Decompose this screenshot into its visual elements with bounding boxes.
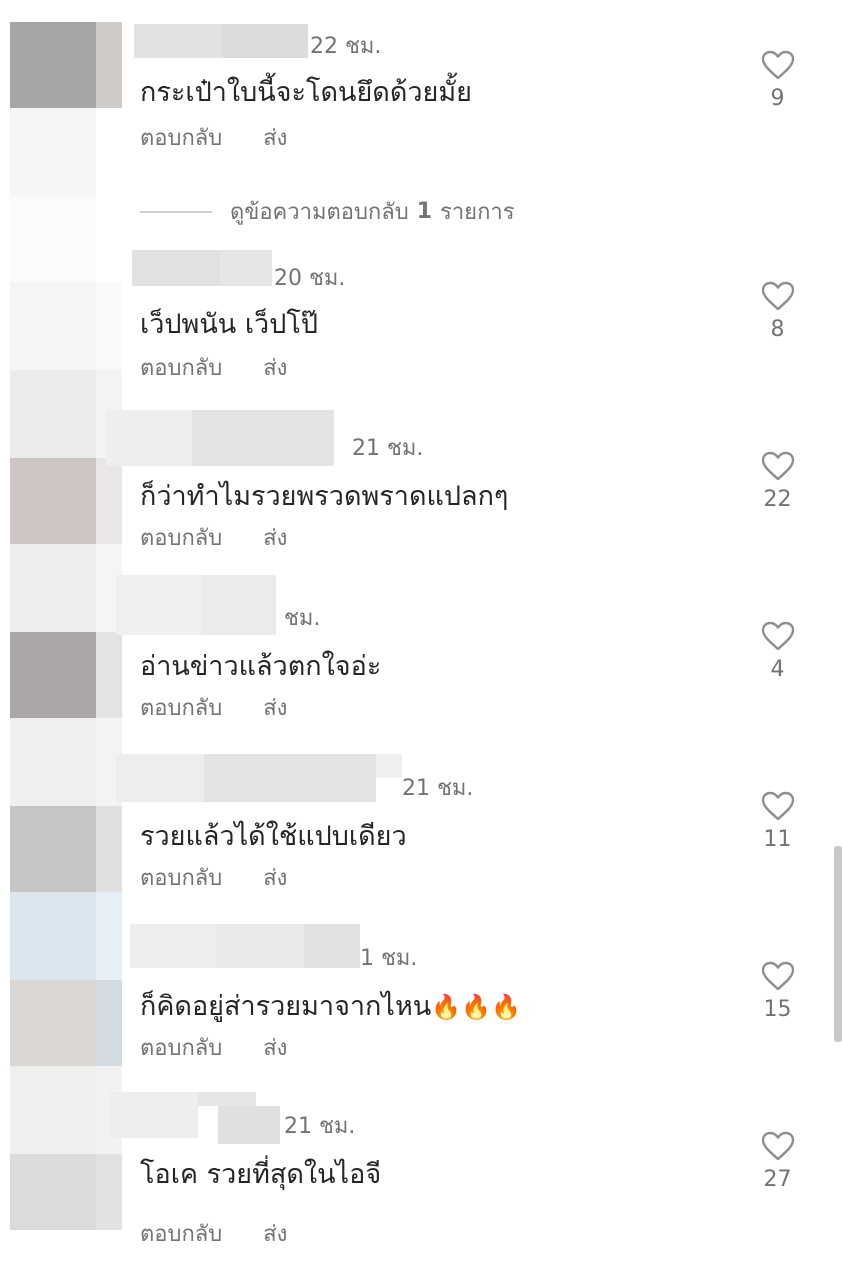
username-redacted[interactable] [204,754,376,802]
reply-button[interactable]: ตอบกลับ [140,1030,222,1065]
avatar[interactable] [10,282,96,370]
send-button[interactable]: ส่ง [263,1030,287,1065]
username-redacted[interactable] [132,250,220,286]
heart-icon [761,791,794,821]
send-button[interactable]: ส่ง [263,1216,287,1251]
like-count: 11 [763,827,792,852]
avatar-fragment [10,108,96,196]
heart-icon [761,1131,794,1161]
avatar-fragment [96,980,122,1066]
avatar-fragment [96,632,122,718]
send-button[interactable]: ส่ง [263,520,287,555]
avatar[interactable] [10,458,96,544]
username-redacted[interactable] [192,410,334,466]
avatar[interactable] [10,632,96,718]
avatar-fragment [96,282,122,370]
comment-time: 21 ชม. [352,436,424,461]
comment-time: 1 ชม. [360,946,418,971]
avatar-fragment [96,458,122,544]
send-button[interactable]: ส่ง [263,690,287,725]
avatar[interactable] [10,806,96,892]
username-redacted[interactable] [106,410,192,466]
like-count: 4 [770,657,785,682]
heart-icon [761,281,794,311]
send-button[interactable]: ส่ง [263,860,287,895]
avatar-fragment [10,370,96,458]
avatar-fragment [10,544,96,632]
fire-emoji: 🔥🔥🔥 [431,993,521,1021]
avatar[interactable] [10,1154,96,1230]
scrollbar[interactable] [834,846,842,1042]
reply-button[interactable]: ตอบกลับ [140,1216,222,1251]
avatar[interactable] [10,980,96,1066]
comment-time: 21 ชม. [284,1114,356,1139]
comment-text: รวยแล้วได้ใช้แปบเดียว [140,821,407,852]
comment-text: ก็คิดอยู่ส่ารวยมาจากไหน🔥🔥🔥 [140,984,521,1027]
comment-text: กระเป๋าใบนี้จะโดนยึดด้วยมั้ย [140,77,472,108]
avatar-fragment [96,1154,122,1230]
view-replies-suffix: รายการ [440,200,515,225]
view-replies-count: 1 [416,199,433,224]
like-button[interactable]: 8 [755,281,800,342]
send-button[interactable]: ส่ง [263,350,287,385]
username-redacted[interactable] [116,754,204,802]
comment-text: ก็ว่าทำไมรวยพรวดพราดแปลกๆ [140,481,509,512]
like-button[interactable]: 11 [755,791,800,852]
avatar-fragment [96,22,122,108]
reply-button[interactable]: ตอบกลับ [140,520,222,555]
comment-time: 20 ชม. [274,266,346,291]
comment-time: 21 ชม. [402,776,474,801]
comment-text-body: ก็คิดอยู่ส่ารวยมาจากไหน [140,991,432,1022]
like-button[interactable]: 27 [755,1131,800,1192]
username-redacted[interactable] [134,24,222,58]
comment-text: โอเค รวยที่สุดในไอจี [140,1159,382,1190]
view-replies-label: ดูข้อความตอบกลับ [230,200,409,225]
reply-button[interactable]: ตอบกลับ [140,860,222,895]
avatar[interactable] [10,22,96,108]
reply-button[interactable]: ตอบกลับ [140,120,222,155]
like-button[interactable]: 9 [755,50,800,111]
like-count: 8 [770,317,785,342]
avatar-fragment [10,1066,96,1154]
like-count: 22 [763,487,792,512]
avatar-fragment [10,196,96,282]
like-button[interactable]: 15 [755,961,800,1022]
reply-button[interactable]: ตอบกลับ [140,690,222,725]
comment-text: เว็ปพนัน เว็ปโป๊ [140,309,318,340]
like-button[interactable]: 4 [755,621,800,682]
comment-text: อ่านข่าวแล้วตกใจอ่ะ [140,651,382,682]
heart-icon [761,961,794,991]
heart-icon [761,451,794,481]
heart-icon [761,50,794,80]
like-button[interactable]: 22 [755,451,800,512]
username-redacted[interactable] [218,1106,280,1144]
username-redacted [198,1092,256,1106]
username-redacted[interactable] [130,924,216,968]
comment-time: ชม. [284,606,321,631]
avatar-fragment [10,892,96,980]
username-redacted[interactable] [304,924,360,968]
username-redacted[interactable] [202,575,276,635]
avatar-fragment [10,718,96,806]
avatar-fragment [96,806,122,892]
send-button[interactable]: ส่ง [263,120,287,155]
avatar-fragment [96,892,122,980]
username-redacted[interactable] [216,924,304,968]
username-redacted[interactable] [220,250,272,286]
view-replies-link[interactable]: ดูข้อความตอบกลับ 1 รายการ [140,194,515,229]
username-redacted[interactable] [116,575,202,635]
heart-icon [761,621,794,651]
divider [140,210,212,213]
like-count: 15 [763,997,792,1022]
username-redacted[interactable] [222,24,308,58]
comment-time: 22 ชม. [310,34,382,59]
like-count: 9 [770,86,785,111]
username-redacted [376,754,402,778]
username-redacted[interactable] [110,1092,198,1138]
reply-button[interactable]: ตอบกลับ [140,350,222,385]
like-count: 27 [763,1167,792,1192]
